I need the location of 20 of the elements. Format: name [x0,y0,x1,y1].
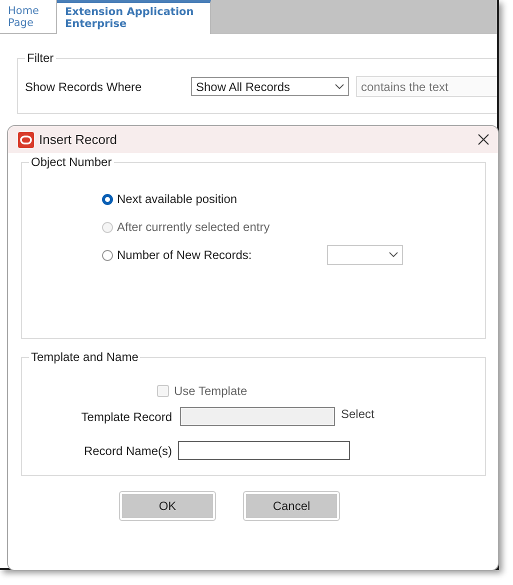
group-title: Filter [25,51,56,65]
select-link[interactable]: Select [341,406,374,420]
dialog-button[interactable]: Cancel [243,491,340,521]
records-dropdown[interactable]: Show All Records [191,77,349,96]
tab[interactable]: Extension Application Enterprise [57,0,211,34]
chevron-icon [335,84,344,90]
close-button[interactable] [478,134,489,145]
group-title: Template and Name [29,350,140,364]
radio-option[interactable]: Next available position [102,192,238,206]
dialog-button[interactable]: OK [119,491,216,521]
app-logo-icon [18,132,34,148]
dialog-title: Insert Record [39,132,118,147]
tab[interactable]: Home Page [0,0,57,34]
chevron-icon [388,252,398,258]
field-label: Template Record [80,410,173,424]
record-names-field[interactable] [178,441,350,460]
field-label: Record Name(s) [82,444,173,458]
field-label: Show Records Where [25,80,143,94]
group-title: Object Number [29,155,114,169]
radio-option[interactable]: Number of New Records: [102,248,252,262]
